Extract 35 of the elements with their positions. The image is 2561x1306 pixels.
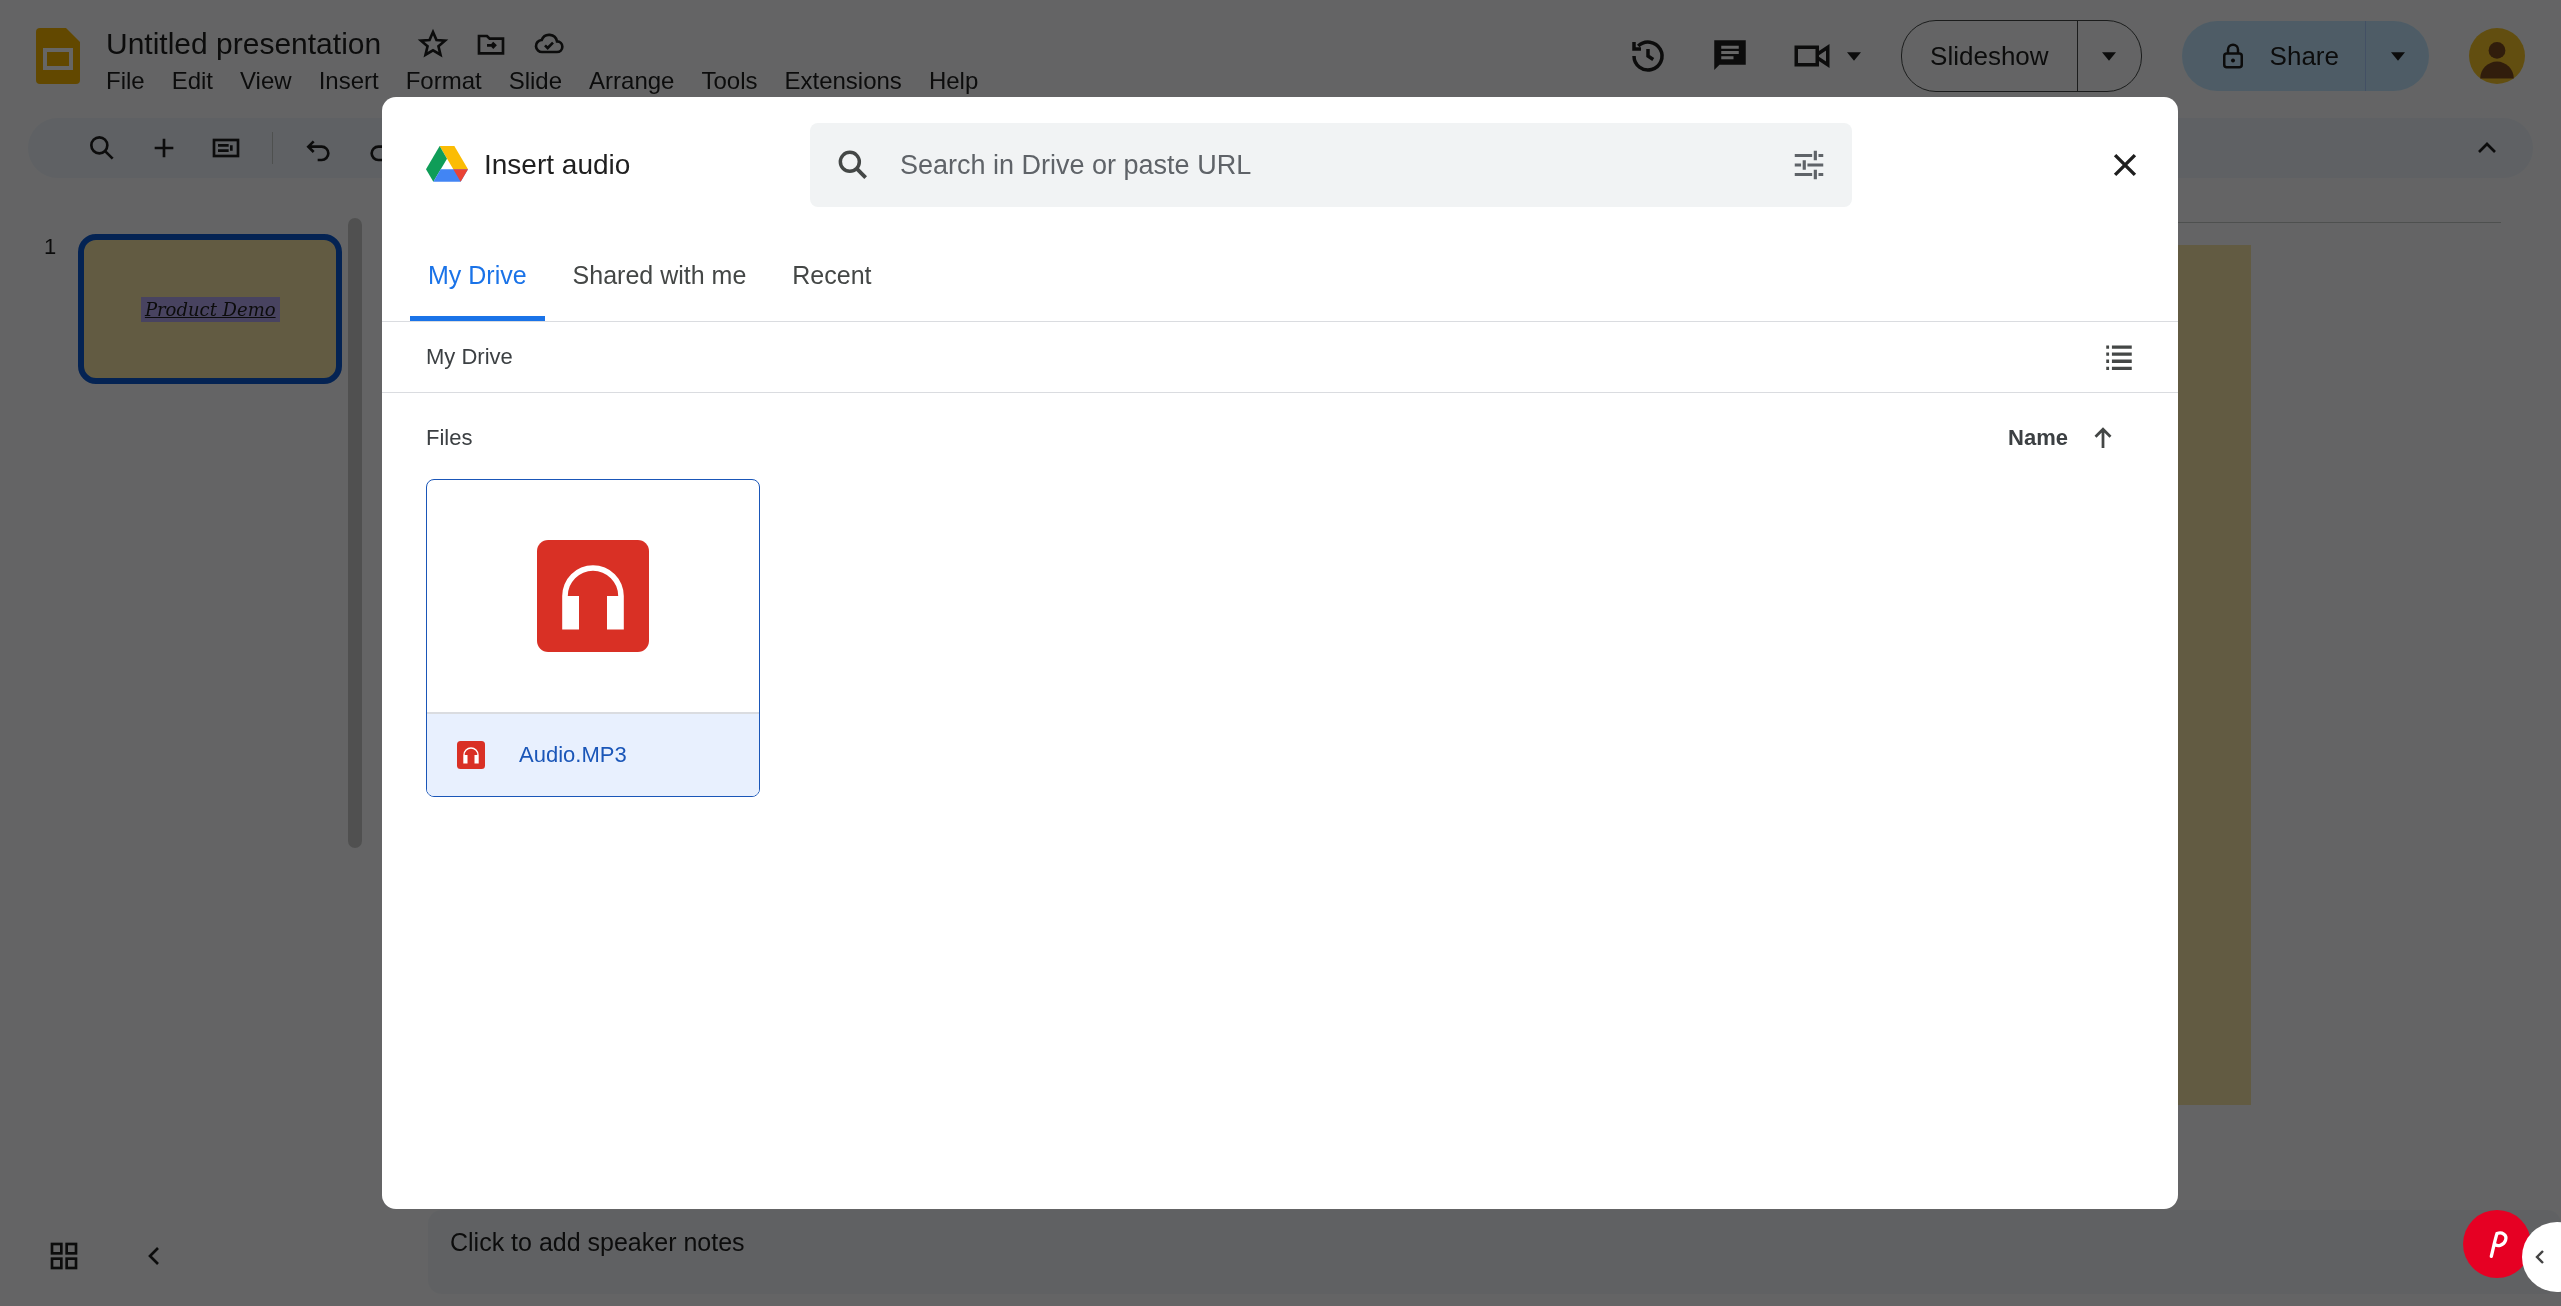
tab[interactable]: Shared with me — [554, 241, 765, 321]
menu-item[interactable]: Format — [405, 67, 482, 95]
menu-item[interactable]: Slide — [508, 67, 563, 95]
section-heading: Files — [426, 425, 474, 451]
document-title[interactable]: Untitled presentation — [106, 27, 392, 61]
tab[interactable]: Recent — [774, 241, 890, 321]
file-card[interactable]: Audio.MP3 — [426, 479, 760, 797]
dialog-title: Insert audio — [484, 149, 632, 181]
grid-view-icon[interactable] — [48, 1240, 80, 1272]
headphones-icon — [457, 741, 485, 769]
menu-item[interactable]: Extensions — [784, 67, 902, 95]
slide-thumbnail[interactable]: Product Demo — [78, 234, 343, 384]
slide-title: Product Demo — [140, 296, 280, 322]
avatar-icon[interactable] — [2469, 28, 2525, 84]
menu-item[interactable]: File — [106, 67, 145, 95]
menu-item[interactable]: View — [240, 67, 292, 95]
caret-icon[interactable] — [1847, 51, 1862, 61]
drive-logo-icon — [426, 146, 468, 184]
file-name: Audio.MP3 — [519, 742, 627, 768]
caret-icon — [2102, 51, 2117, 61]
search-field[interactable]: Search in Drive or paste URL — [898, 148, 1764, 182]
menu-item[interactable]: Insert — [318, 67, 379, 95]
menu-item[interactable]: Help — [928, 67, 979, 95]
sort-label[interactable]: Name — [2008, 425, 2068, 451]
menu-item[interactable]: Arrange — [589, 67, 675, 95]
slide-number: 1 — [44, 234, 57, 261]
star-icon[interactable] — [417, 28, 450, 60]
headphones-icon — [537, 540, 649, 652]
search-bar[interactable]: Search in Drive or paste URL — [810, 123, 1852, 207]
menu-item[interactable]: Tools — [701, 67, 758, 95]
breadcrumb[interactable]: My Drive — [426, 344, 513, 370]
caret-icon — [2390, 51, 2405, 61]
tab[interactable]: My Drive — [410, 241, 545, 321]
menu-item[interactable]: Edit — [171, 67, 214, 95]
speaker-notes-field[interactable]: Click to add speaker notes — [428, 1210, 2561, 1294]
